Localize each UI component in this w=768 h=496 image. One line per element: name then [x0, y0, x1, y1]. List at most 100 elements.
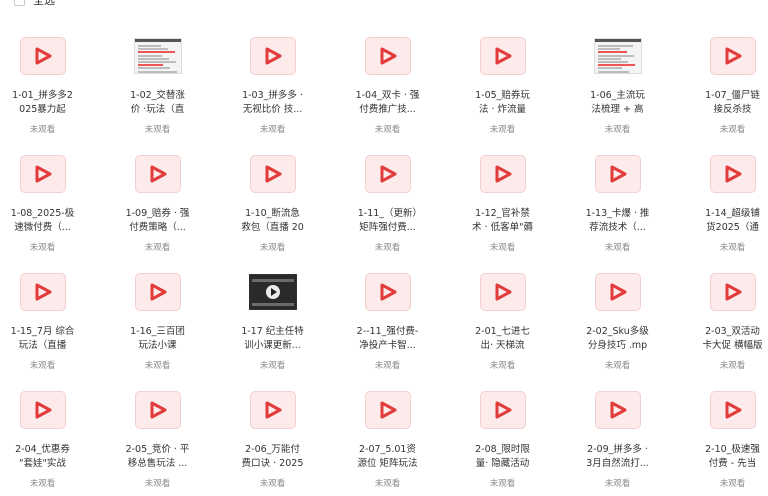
file-name: 1-08_2025-极速微付费（... [10, 208, 75, 233]
file-thumbnail[interactable] [364, 36, 412, 76]
file-item[interactable]: 2--11_强付费-净投产卡智... 未观看 [330, 260, 445, 378]
file-name: 2-03_双活动卡大促 横幅版 ... [702, 326, 763, 351]
file-item[interactable]: 1-10_断流急救包（直播 202... 未观看 [215, 142, 330, 260]
watch-status: 未观看 [604, 479, 631, 489]
file-item[interactable]: 1-11_（更新）矩阵强付费... 未观看 [330, 142, 445, 260]
file-name: 1-09_赔券 · 强付费策略（... [125, 208, 190, 233]
file-item[interactable]: 1-07_僵尸链接反杀技（直... 未观看 [675, 24, 768, 142]
select-all-checkbox[interactable] [14, 0, 25, 6]
video-file-icon [479, 155, 526, 193]
file-item[interactable]: 1-08_2025-极速微付费（... 未观看 [0, 142, 100, 260]
watch-status: 未观看 [489, 125, 516, 135]
file-item[interactable]: 2-07_5.01资源位 矩阵玩法 ... 未观看 [330, 378, 445, 496]
file-item[interactable]: 1-04_双卡 · 强付费推广技... 未观看 [330, 24, 445, 142]
file-thumbnail[interactable] [709, 36, 757, 76]
video-file-icon [594, 391, 641, 429]
file-thumbnail[interactable] [594, 272, 642, 312]
play-icon [35, 401, 51, 419]
file-thumbnail[interactable] [479, 154, 527, 194]
play-icon [495, 283, 511, 301]
file-name: 2-04_优惠券 "套娃"实战课... [15, 444, 70, 469]
video-file-icon [709, 273, 756, 311]
video-file-icon [364, 37, 411, 75]
play-icon [725, 401, 741, 419]
file-thumbnail[interactable] [248, 272, 297, 312]
file-thumbnail[interactable] [364, 154, 412, 194]
file-item[interactable]: 1-14_超级铺货2025（通用... 未观看 [675, 142, 768, 260]
file-item[interactable]: 2-01_七进七出· 天梯流（视... 未观看 [445, 260, 560, 378]
watch-status: 未观看 [29, 125, 56, 135]
file-thumbnail[interactable] [479, 36, 527, 76]
file-name: 2-06_万能付费口诀 · 2025 ... [241, 444, 304, 469]
file-name: 1-16_三百团玩法小课（直... [130, 326, 185, 351]
file-item[interactable]: 2-08_限时限量· 隐藏活动玩... 未观看 [445, 378, 560, 496]
file-thumbnail[interactable] [479, 390, 527, 430]
file-thumbnail[interactable] [593, 36, 642, 76]
file-thumbnail[interactable] [594, 154, 642, 194]
play-icon [265, 285, 280, 299]
file-item[interactable]: 1-03_拼多多 · 无视比价 技... 未观看 [215, 24, 330, 142]
watch-status: 未观看 [29, 361, 56, 371]
file-thumbnail[interactable] [19, 272, 67, 312]
file-item[interactable]: 2-05_竞价 · 平移总售玩法 ... 未观看 [100, 378, 215, 496]
file-name: 1-11_（更新）矩阵强付费... [357, 208, 418, 233]
video-file-icon [19, 155, 66, 193]
video-file-icon [19, 273, 66, 311]
watch-status: 未观看 [374, 243, 401, 253]
watch-status: 未观看 [489, 243, 516, 253]
watch-status: 未观看 [374, 125, 401, 135]
file-thumbnail[interactable] [249, 36, 297, 76]
play-icon [150, 165, 166, 183]
file-thumbnail[interactable] [364, 390, 412, 430]
file-thumbnail[interactable] [479, 272, 527, 312]
play-icon [265, 165, 281, 183]
file-name: 1-15_7月 综合玩法（直播 2... [10, 326, 75, 351]
video-file-icon [594, 273, 641, 311]
file-item[interactable]: 1-05_赔券玩法 · 炸流量（视... 未观看 [445, 24, 560, 142]
file-item[interactable]: 1-12_官补禁术 · 低客单"薅补... 未观看 [445, 142, 560, 260]
select-all-bar[interactable]: 全选 [14, 0, 55, 8]
file-thumbnail[interactable] [249, 154, 297, 194]
video-file-icon [19, 37, 66, 75]
file-thumbnail[interactable] [709, 272, 757, 312]
watch-status: 未观看 [719, 125, 746, 135]
file-item[interactable]: 1-09_赔券 · 强付费策略（... 未观看 [100, 142, 215, 260]
file-thumbnail[interactable] [709, 390, 757, 430]
file-thumbnail[interactable] [364, 272, 412, 312]
file-item[interactable]: 1-13_卡爆 · 推荐流技术（... 未观看 [560, 142, 675, 260]
file-thumbnail[interactable] [134, 154, 182, 194]
file-item[interactable]: 1-01_拼多多2025暴力起店... 未观看 [0, 24, 100, 142]
watch-status: 未观看 [489, 361, 516, 371]
file-thumbnail[interactable] [249, 390, 297, 430]
watch-status: 未观看 [719, 243, 746, 253]
video-file-icon [479, 37, 526, 75]
file-thumbnail[interactable] [134, 390, 182, 430]
file-thumbnail[interactable] [134, 272, 182, 312]
play-icon [610, 283, 626, 301]
file-item[interactable]: 1-02_交替涨价 ·玩法（直播... 未观看 [100, 24, 215, 142]
file-item[interactable]: 2-02_Sku多级分身技巧 .mp4 未观看 [560, 260, 675, 378]
file-item[interactable]: 2-03_双活动卡大促 横幅版 ... 未观看 [675, 260, 768, 378]
file-thumbnail[interactable] [19, 36, 67, 76]
file-item[interactable]: 1-16_三百团玩法小课（直... 未观看 [100, 260, 215, 378]
file-item[interactable]: 2-04_优惠券 "套娃"实战课... 未观看 [0, 378, 100, 496]
play-icon [610, 401, 626, 419]
watch-status: 未观看 [259, 479, 286, 489]
video-thumbnail [248, 274, 297, 310]
file-item[interactable]: 1-17 纪主任特训小课更新... 未观看 [215, 260, 330, 378]
file-thumbnail[interactable] [19, 390, 67, 430]
file-thumbnail[interactable] [709, 154, 757, 194]
file-item[interactable]: 2-10_极速强付费 - 先当孙... 未观看 [675, 378, 768, 496]
file-thumbnail[interactable] [133, 36, 182, 76]
play-icon [610, 165, 626, 183]
file-item[interactable]: 2-06_万能付费口诀 · 2025 ... 未观看 [215, 378, 330, 496]
file-thumbnail[interactable] [19, 154, 67, 194]
file-item[interactable]: 2-09_拼多多 · 3月自然流打... 未观看 [560, 378, 675, 496]
play-icon [35, 165, 51, 183]
file-thumbnail[interactable] [594, 390, 642, 430]
play-icon [495, 401, 511, 419]
watch-status: 未观看 [29, 479, 56, 489]
video-file-icon [249, 155, 296, 193]
file-item[interactable]: 1-06_主流玩法梳理 + 高频... 未观看 [560, 24, 675, 142]
file-item[interactable]: 1-15_7月 综合玩法（直播 2... 未观看 [0, 260, 100, 378]
